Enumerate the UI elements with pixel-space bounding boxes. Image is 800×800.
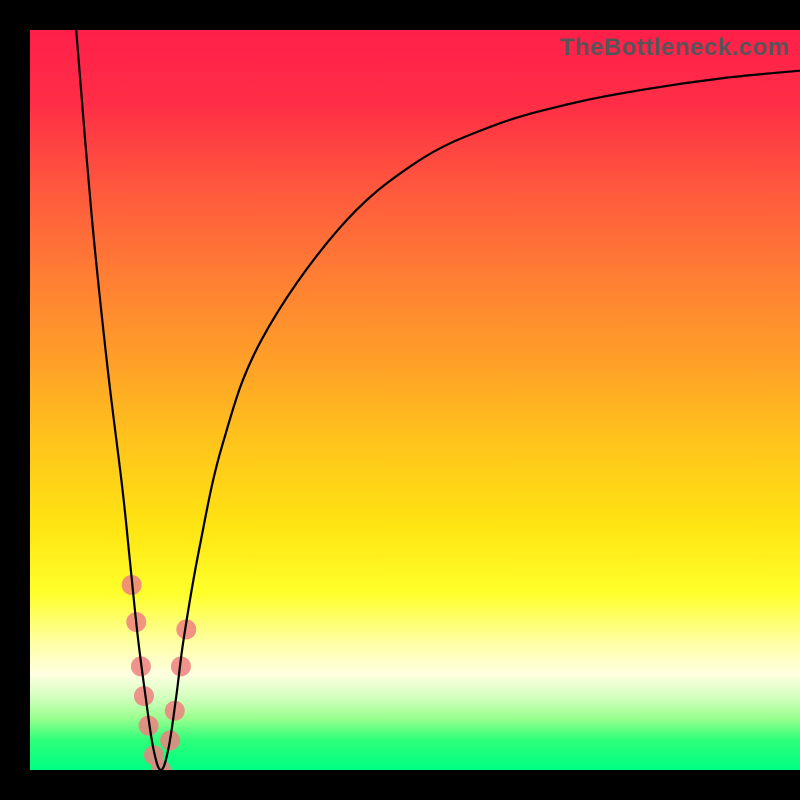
chart-frame: { "watermark": "TheBottleneck.com", "cha… xyxy=(0,0,800,800)
plot-area: TheBottleneck.com xyxy=(30,30,800,770)
chart-overlay xyxy=(30,30,800,770)
highlight-scatter xyxy=(122,575,197,770)
